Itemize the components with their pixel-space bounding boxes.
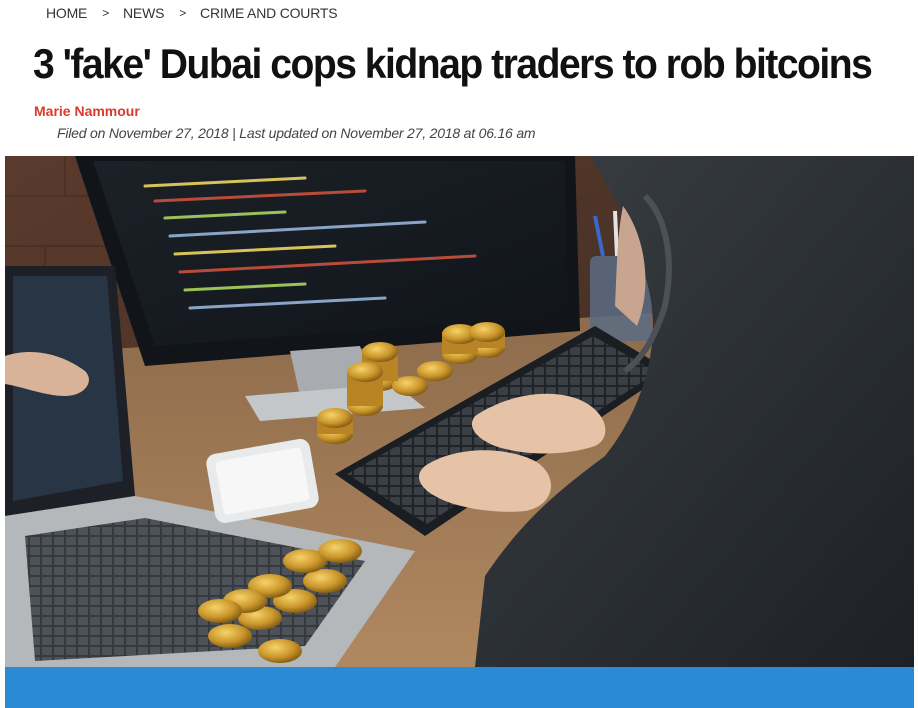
breadcrumb: HOME > NEWS > CRIME AND COURTS bbox=[46, 3, 338, 23]
breadcrumb-news[interactable]: NEWS bbox=[123, 5, 164, 21]
hacker-bitcoin-illustration bbox=[5, 156, 914, 667]
breadcrumb-home[interactable]: HOME bbox=[46, 5, 87, 21]
author-link[interactable]: Marie Nammour bbox=[34, 103, 140, 119]
hero-image bbox=[5, 156, 914, 667]
breadcrumb-separator: > bbox=[179, 6, 187, 20]
article-headline: 3 'fake' Dubai cops kidnap traders to ro… bbox=[33, 40, 873, 87]
article-meta: Filed on November 27, 2018 | Last update… bbox=[57, 125, 536, 141]
breadcrumb-crime-and-courts[interactable]: CRIME AND COURTS bbox=[200, 5, 338, 21]
blue-banner-bar bbox=[5, 667, 914, 708]
breadcrumb-separator: > bbox=[102, 6, 110, 20]
